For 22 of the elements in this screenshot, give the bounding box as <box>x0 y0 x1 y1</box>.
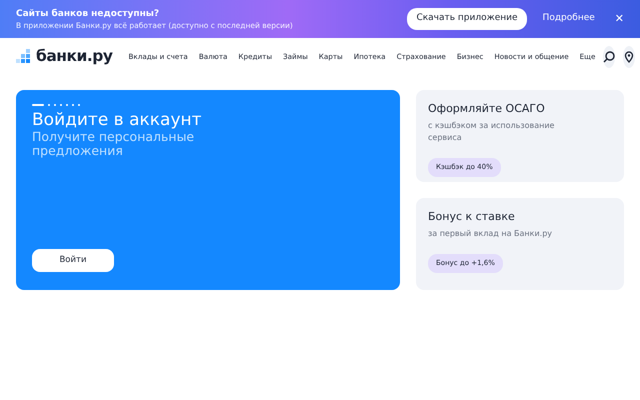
slide-indicator[interactable] <box>48 104 50 106</box>
promo-text: с кэшбэком за использование сервиса <box>428 120 556 144</box>
hero-title: Войдите в аккаунт <box>32 110 203 130</box>
promo-text: за первый вклад на Банки.ру <box>428 228 554 240</box>
login-button[interactable]: Войти <box>32 249 114 272</box>
slide-indicator[interactable] <box>66 104 68 106</box>
slide-indicator[interactable] <box>54 104 56 106</box>
promo-title: Оформляйте ОСАГО <box>428 102 546 116</box>
slide-indicator[interactable] <box>78 104 80 106</box>
search-button[interactable] <box>603 46 616 68</box>
slide-indicator[interactable] <box>60 104 62 106</box>
download-app-button[interactable]: Скачать приложение <box>407 8 527 30</box>
more-link[interactable]: Подробнее <box>542 12 595 26</box>
promo-title: Бонус к ставке <box>428 210 516 224</box>
hero-subtitle: Получите персональные предложения <box>32 130 196 158</box>
slide-indicator[interactable] <box>32 104 44 106</box>
logo-text[interactable]: банки.ру <box>36 45 112 69</box>
logo-icon <box>16 49 32 65</box>
location-button[interactable] <box>623 46 636 68</box>
slide-indicator[interactable] <box>72 104 74 106</box>
close-button[interactable]: ✕ <box>614 10 624 28</box>
banner-title: Сайты банков недоступны? <box>16 8 160 20</box>
